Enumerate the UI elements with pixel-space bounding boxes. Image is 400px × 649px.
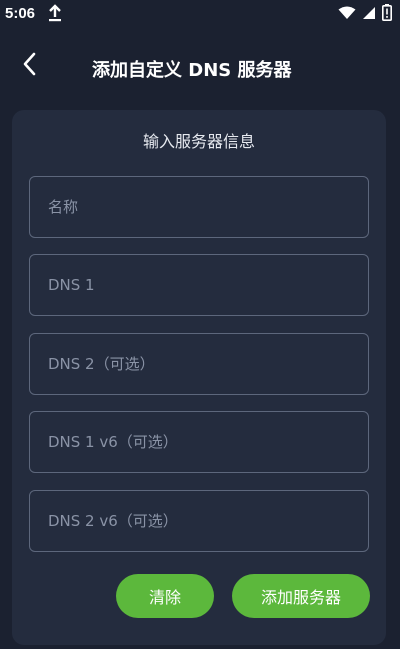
dns1-field[interactable] [29,254,369,316]
name-field[interactable] [29,176,369,238]
back-button[interactable] [14,50,46,82]
cell-signal-icon [362,5,376,24]
add-server-button[interactable]: 添加服务器 [232,574,370,618]
name-input[interactable] [30,177,368,237]
dns1-v6-input[interactable] [30,412,368,472]
upload-arrow-icon [48,4,62,22]
app-bar: 添加自定义 DNS 服务器 [0,36,400,96]
page-title: 添加自定义 DNS 服务器 [92,60,292,81]
clear-button[interactable]: 清除 [116,574,214,618]
dns2-v6-input[interactable] [30,491,368,551]
dns2-v6-field[interactable] [29,490,369,552]
dns2-field[interactable] [29,333,369,395]
status-time: 5:06 [5,5,36,22]
dns1-v6-field[interactable] [29,411,369,473]
status-icons [338,3,392,25]
back-arrow-icon [22,52,38,80]
status-bar: 5:06 [0,0,400,32]
battery-alert-icon [382,3,392,25]
form-title: 输入服务器信息 [142,132,255,151]
wifi-icon [338,5,356,24]
dns-form-card: 输入服务器信息 清除 添加服务器 [12,110,386,645]
dns1-input[interactable] [30,255,368,315]
dns2-input[interactable] [30,334,368,394]
